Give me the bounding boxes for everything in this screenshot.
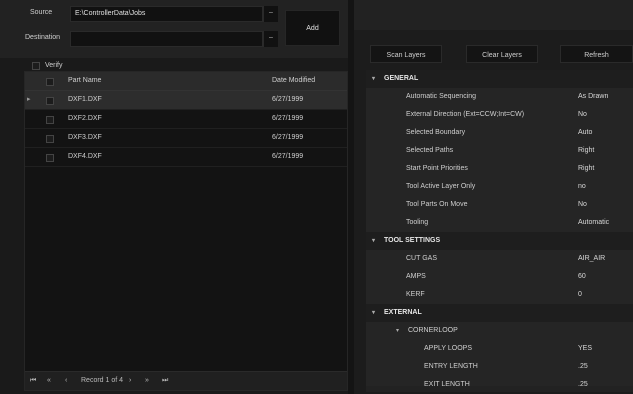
property-row[interactable]: CUT GAS AIR_AIR [366,250,633,269]
property-row[interactable]: EXIT LENGTH .25 [366,376,633,386]
expand-icon[interactable]: ▾ [372,70,375,88]
section-external[interactable]: ▾ EXTERNAL [366,304,633,323]
clear-layers-button[interactable]: Clear Layers [466,45,538,63]
property-name: Start Point Priorities [406,165,468,172]
property-name: EXIT LENGTH [424,381,470,386]
property-value[interactable]: AIR_AIR [578,250,605,268]
source-input[interactable]: E:\ControllerData\Jobs [70,6,263,22]
property-row[interactable]: Selected Boundary Auto [366,124,633,143]
pager-next-page-icon[interactable]: » [145,372,149,390]
property-row[interactable]: Selected Paths Right [366,142,633,161]
verify-checkbox[interactable] [32,62,40,70]
grid-pager: ⏮ « ‹ Record 1 of 4 › » ⏭ [25,371,347,390]
add-button[interactable]: Add [285,10,340,46]
source-dropdown-button[interactable]: – [263,6,278,22]
row-part-name: DXF2.DXF [68,115,102,122]
property-row[interactable]: ENTRY LENGTH .25 [366,358,633,377]
property-value[interactable]: No [578,196,587,214]
row-date-modified: 6/27/1999 [272,115,304,122]
pager-first-icon[interactable]: ⏮ [30,372,36,390]
table-row[interactable]: ▸ DXF1.DXF 6/27/1999 [25,91,347,110]
property-row[interactable]: Tool Active Layer Only no [366,178,633,197]
property-value[interactable]: no [578,178,586,196]
header-part-name[interactable]: Part Name [68,72,101,90]
property-name: CUT GAS [406,255,437,262]
parts-grid: Part Name Date Modified ▸ DXF1.DXF 6/27/… [24,71,348,391]
section-title: EXTERNAL [384,309,422,316]
row-date-modified: 6/27/1999 [272,96,304,103]
right-top-band [354,0,633,30]
property-name: Tooling [406,219,429,226]
pager-record-text: Record 1 of 4 [81,377,124,384]
pager-prev-icon[interactable]: ‹ [65,372,67,390]
property-name: Selected Boundary [406,129,466,136]
property-row[interactable]: External Direction (Ext=CCW;Int=CW) No [366,106,633,125]
subsection-cornerloop[interactable]: ▾ CORNERLOOP [366,322,633,341]
row-checkbox[interactable] [46,116,54,124]
property-value[interactable]: 0 [578,286,582,304]
property-value[interactable]: YES [578,340,592,358]
pager-next-icon[interactable]: › [129,372,131,390]
expand-icon[interactable]: ▾ [372,304,375,322]
scan-layers-button[interactable]: Scan Layers [370,45,442,63]
destination-input[interactable] [70,31,263,47]
row-checkbox[interactable] [46,154,54,162]
property-value[interactable]: Automatic [578,214,609,232]
table-row[interactable]: DXF2.DXF 6/27/1999 [25,110,347,129]
property-name: Automatic Sequencing [406,93,477,100]
property-row[interactable]: APPLY LOOPS YES [366,340,633,359]
expand-icon[interactable]: ▾ [372,232,375,250]
property-grid: .pg .pval { left:212px; } .pg .vdiv { le… [366,70,633,386]
select-all-checkbox[interactable] [46,78,54,86]
property-value[interactable]: 60 [578,268,586,286]
property-name: Tool Parts On Move [406,201,468,208]
property-name: APPLY LOOPS [424,345,472,352]
section-general[interactable]: ▾ GENERAL [366,70,633,89]
refresh-button[interactable]: Refresh [560,45,633,63]
pager-last-icon[interactable]: ⏭ [162,372,168,390]
row-checkbox[interactable] [46,135,54,143]
section-title: TOOL SETTINGS [384,237,441,244]
property-row[interactable]: AMPS 60 [366,268,633,287]
property-value[interactable]: .25 [578,358,588,376]
property-name: AMPS [406,273,426,280]
property-value[interactable]: As Drawn [578,88,608,106]
row-pointer-icon: ▸ [27,96,31,103]
property-row[interactable]: Tooling Automatic [366,214,633,233]
destination-label: Destination [25,34,61,41]
property-row[interactable]: Start Point Priorities Right [366,160,633,179]
property-name: Tool Active Layer Only [406,183,476,190]
row-part-name: DXF4.DXF [68,153,102,160]
property-value[interactable]: Right [578,142,594,160]
property-name: ENTRY LENGTH [424,363,478,370]
row-part-name: DXF1.DXF [68,96,102,103]
table-row[interactable]: DXF4.DXF 6/27/1999 [25,148,347,167]
verify-label: Verify [45,62,63,69]
destination-dropdown-button[interactable]: – [263,31,278,47]
pager-prev-page-icon[interactable]: « [47,372,51,390]
property-value[interactable]: Auto [578,124,592,142]
property-name: External Direction (Ext=CCW;Int=CW) [406,111,525,118]
source-label: Source [30,9,53,16]
section-tool-settings[interactable]: ▾ TOOL SETTINGS [366,232,633,251]
header-date-modified[interactable]: Date Modified [272,72,315,90]
row-checkbox[interactable] [46,97,54,105]
property-row[interactable]: Tool Parts On Move No [366,196,633,215]
property-row[interactable]: KERF 0 [366,286,633,305]
subsection-title: CORNERLOOP [408,327,458,334]
property-name: KERF [406,291,425,298]
property-value[interactable]: Right [578,160,594,178]
grid-header: Part Name Date Modified [25,72,347,91]
table-row[interactable]: DXF3.DXF 6/27/1999 [25,129,347,148]
property-name: Selected Paths [406,147,454,154]
horizontal-scrollbar[interactable] [366,386,633,392]
row-part-name: DXF3.DXF [68,134,102,141]
row-date-modified: 6/27/1999 [272,153,304,160]
expand-icon[interactable]: ▾ [396,322,399,340]
row-date-modified: 6/27/1999 [272,134,304,141]
property-value[interactable]: No [578,106,587,124]
property-row[interactable]: Automatic Sequencing As Drawn [366,88,633,107]
section-title: GENERAL [384,75,419,82]
property-value[interactable]: .25 [578,376,588,386]
